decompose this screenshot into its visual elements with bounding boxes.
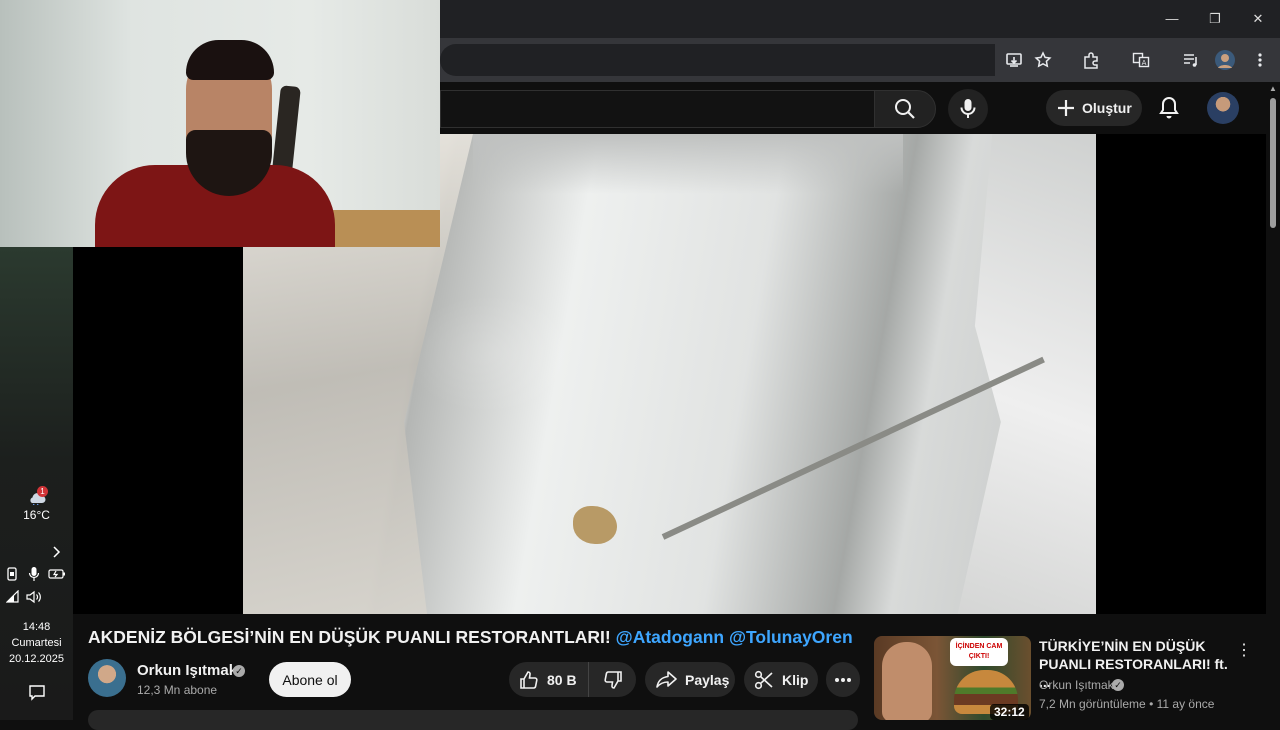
like-dislike-pill: 80 B [509,662,636,697]
webcam-door [330,210,440,247]
more-horizontal-icon [835,677,851,682]
thumbs-up-icon [520,670,538,689]
like-button[interactable]: 80 B [509,662,589,697]
clip-button[interactable]: Klip [744,662,818,697]
mention-link-2[interactable]: @TolunayOren [729,627,853,647]
channel-avatar[interactable] [88,659,126,697]
like-count: 80 B [547,671,577,688]
verified-check-icon: ✓ [1112,679,1124,691]
recommended-meta: 7,2 Mn görüntüleme • 11 ay önce [1039,697,1215,711]
recommended-channel[interactable]: Orkun Işıtmak [1039,678,1114,692]
restore-button[interactable]: ❐ [1203,8,1227,30]
clock-time[interactable]: 14:48 [0,621,73,633]
translate-icon[interactable]: A [1129,48,1153,72]
share-button[interactable]: Paylaş [645,662,735,697]
battery-charging-icon[interactable] [48,566,66,582]
microphone-icon [960,99,976,118]
thumbs-down-icon [603,670,622,689]
dislike-button[interactable] [589,662,636,697]
scrollbar-thumb[interactable] [1270,98,1276,228]
media-queue-icon[interactable] [1179,48,1203,72]
share-arrow-icon [656,670,677,688]
video-shadow [473,134,903,194]
clock-day[interactable]: Cumartesi [0,637,73,649]
scroll-up-arrow-icon[interactable]: ▲ [1268,84,1278,94]
temperature-label: 16°C [23,508,50,522]
wifi-icon[interactable] [5,589,21,605]
subscribe-button[interactable]: Abone ol [269,662,351,697]
webcam-overlay [0,0,440,247]
search-input[interactable] [440,90,874,128]
extensions-icon[interactable] [1079,48,1103,72]
weather-badge: 1 [37,486,48,497]
bell-icon [1159,96,1179,119]
voice-search-button[interactable] [948,89,988,129]
channel-name[interactable]: Orkun Işıtmak [137,662,237,679]
mention-link-1[interactable]: @Atadogann [616,627,724,647]
notification-center-icon[interactable] [28,684,46,702]
account-avatar[interactable] [1207,92,1239,124]
volume-icon[interactable] [26,589,42,605]
svg-text:A: A [1142,59,1147,67]
scissors-icon [754,670,773,689]
profile-icon[interactable] [1213,48,1237,72]
search-button[interactable] [874,90,936,128]
verified-check-icon: ✓ [233,665,245,677]
address-bar[interactable] [440,44,995,76]
webcam-person-hair [186,40,274,80]
clock-date[interactable]: 20.12.2025 [0,653,73,665]
bookmark-star-icon[interactable] [1031,48,1055,72]
more-actions-button[interactable] [826,662,860,697]
create-button[interactable]: Oluştur [1046,90,1142,126]
microphone-tray-icon[interactable] [26,566,42,582]
description-box[interactable] [88,710,858,730]
windows-taskbar [0,247,73,720]
video-duration-badge: 32:12 [990,704,1029,720]
video-food-stain [573,506,617,544]
video-title-text: AKDENİZ BÖLGESİ’NİN EN DÜŞÜK PUANLI REST… [88,627,611,647]
recommended-menu-icon[interactable]: ⋮ [1236,640,1252,659]
search-icon [895,99,915,119]
video-title: AKDENİZ BÖLGESİ’NİN EN DÜŞÜK PUANLI REST… [88,627,853,648]
subscriber-count: 12,3 Mn abone [137,683,218,697]
browser-menu-icon[interactable] [1248,48,1272,72]
create-label: Oluştur [1082,100,1132,116]
chevron-right-icon[interactable] [49,544,65,560]
close-window-button[interactable]: ✕ [1246,8,1270,30]
minimize-button[interactable]: — [1160,8,1184,30]
notifications-button[interactable] [1156,94,1182,122]
plus-icon [1058,100,1074,116]
thumbnail-caption: İÇİNDEN CAM ÇIKTI! [950,638,1008,666]
clip-label: Klip [782,671,809,688]
thumbnail-person [882,642,932,720]
share-label: Paylaş [685,671,730,688]
tablet-mode-icon[interactable] [4,566,20,582]
install-app-icon[interactable] [1002,48,1026,72]
